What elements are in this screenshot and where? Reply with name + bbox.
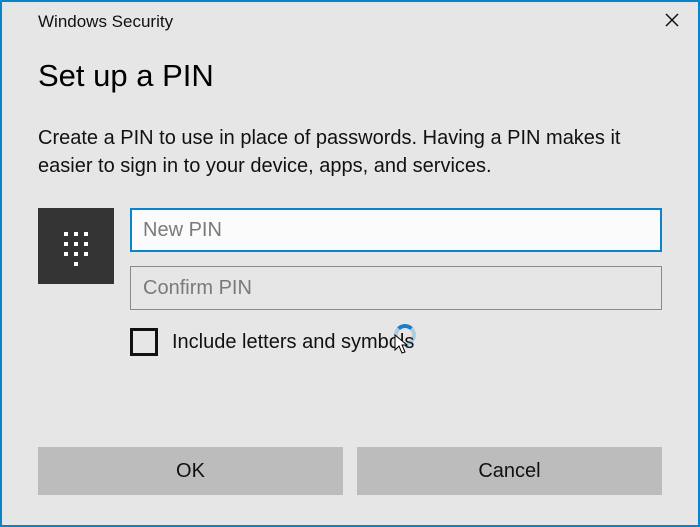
window-title: Windows Security xyxy=(38,12,173,32)
new-pin-input[interactable] xyxy=(130,208,662,252)
titlebar: Windows Security xyxy=(2,2,698,40)
ok-button[interactable]: OK xyxy=(38,447,343,495)
windows-security-dialog: Windows Security Set up a PIN Create a P… xyxy=(0,0,700,527)
dialog-buttons: OK Cancel xyxy=(38,447,662,495)
close-button[interactable] xyxy=(660,10,684,34)
include-letters-row: Include letters and symbols xyxy=(130,328,662,356)
close-icon xyxy=(665,12,679,32)
pin-keypad-icon xyxy=(38,208,114,284)
pin-form-row xyxy=(38,208,662,310)
page-title: Set up a PIN xyxy=(38,58,662,94)
pin-fields xyxy=(130,208,662,310)
include-letters-checkbox[interactable] xyxy=(130,328,158,356)
include-letters-label: Include letters and symbols xyxy=(172,331,414,354)
cancel-button[interactable]: Cancel xyxy=(357,447,662,495)
confirm-pin-input[interactable] xyxy=(130,266,662,310)
description-text: Create a PIN to use in place of password… xyxy=(38,124,662,180)
dialog-content: Set up a PIN Create a PIN to use in plac… xyxy=(2,40,698,356)
